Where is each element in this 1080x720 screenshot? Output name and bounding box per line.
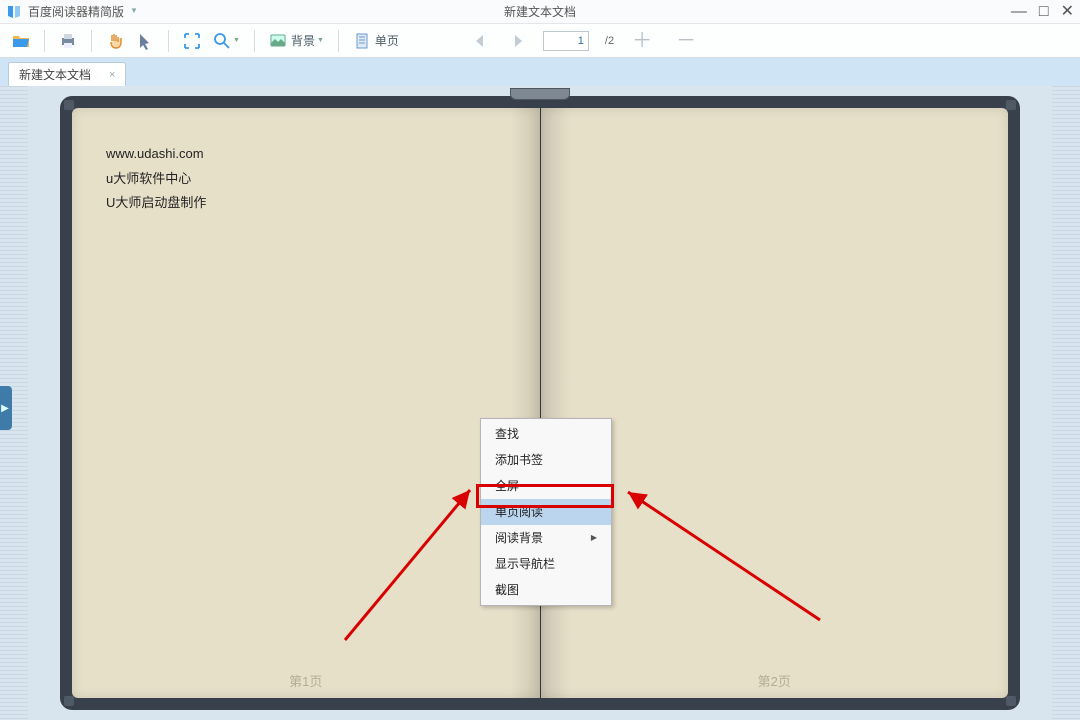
- context-menu-item[interactable]: 截图: [481, 577, 611, 603]
- app-title: 百度阅读器精简版: [28, 3, 124, 20]
- page-number-label: 第2页: [758, 671, 791, 690]
- print-button[interactable]: [55, 28, 81, 54]
- window-doc-title: 新建文本文档: [504, 3, 576, 20]
- open-button[interactable]: [8, 28, 34, 54]
- app-title-dropdown-icon[interactable]: ▼: [130, 6, 138, 15]
- zoom-in-button[interactable]: ＋: [626, 31, 658, 51]
- hand-tool-button[interactable]: [102, 28, 128, 54]
- page-number-input[interactable]: [543, 31, 589, 51]
- context-menu-item[interactable]: 查找: [481, 421, 611, 447]
- document-tab[interactable]: 新建文本文档 ×: [8, 62, 126, 86]
- fit-page-button[interactable]: [179, 28, 205, 54]
- context-menu: 查找添加书签全屏单页阅读阅读背景显示导航栏截图: [480, 418, 612, 606]
- text-line: www.udashi.com: [106, 142, 506, 167]
- window-minimize-button[interactable]: —: [1011, 0, 1027, 24]
- sidebar-expand-handle[interactable]: ▶: [0, 386, 12, 430]
- context-menu-item[interactable]: 全屏: [481, 473, 611, 499]
- context-menu-item[interactable]: 单页阅读: [481, 499, 611, 525]
- separator: [91, 30, 92, 52]
- book-page-left[interactable]: www.udashi.com u大师软件中心 U大师启动盘制作 第1页: [72, 108, 540, 698]
- separator: [44, 30, 45, 52]
- text-line: u大师软件中心: [106, 167, 506, 192]
- prev-page-button[interactable]: [467, 28, 493, 54]
- book-frame: www.udashi.com u大师软件中心 U大师启动盘制作 第1页 第2页: [60, 96, 1020, 710]
- chevron-down-icon: ▼: [233, 37, 240, 44]
- toolbar: ▼ 背景 ▼ 单页 /2 ＋ －: [0, 24, 1080, 58]
- chevron-down-icon: ▼: [317, 37, 324, 44]
- separator: [338, 30, 339, 52]
- text-line: U大师启动盘制作: [106, 191, 506, 216]
- select-tool-button[interactable]: [132, 28, 158, 54]
- corner-decor-icon: [64, 100, 74, 110]
- context-menu-item[interactable]: 阅读背景: [481, 525, 611, 551]
- corner-decor-icon: [1006, 696, 1016, 706]
- background-label: 背景: [291, 32, 315, 49]
- book-page-right[interactable]: 第2页: [541, 108, 1009, 698]
- window-maximize-button[interactable]: □: [1039, 0, 1049, 24]
- separator: [254, 30, 255, 52]
- single-page-label: 单页: [375, 32, 399, 49]
- context-menu-item[interactable]: 显示导航栏: [481, 551, 611, 577]
- tab-close-button[interactable]: ×: [109, 69, 115, 81]
- separator: [168, 30, 169, 52]
- document-tabstrip: 新建文本文档 ×: [0, 58, 1080, 86]
- zoom-tool-button[interactable]: ▼: [209, 28, 244, 54]
- page-content: www.udashi.com u大师软件中心 U大师启动盘制作: [72, 108, 540, 250]
- single-page-button[interactable]: 单页: [349, 28, 403, 54]
- titlebar: 百度阅读器精简版 ▼ 新建文本文档 — □ ✕: [0, 0, 1080, 24]
- context-menu-item[interactable]: 添加书签: [481, 447, 611, 473]
- app-logo-icon: [6, 4, 22, 20]
- zoom-out-button[interactable]: －: [670, 31, 702, 51]
- reading-area: ▶ www.udashi.com u大师软件中心 U大师启动盘制作 第1页 第2…: [0, 86, 1080, 720]
- corner-decor-icon: [64, 696, 74, 706]
- page-number-label: 第1页: [289, 671, 322, 690]
- background-button[interactable]: 背景 ▼: [265, 28, 328, 54]
- tab-label: 新建文本文档: [19, 66, 91, 83]
- spine-clip-icon: [510, 88, 570, 100]
- window-close-button[interactable]: ✕: [1061, 0, 1074, 24]
- next-page-button[interactable]: [505, 28, 531, 54]
- corner-decor-icon: [1006, 100, 1016, 110]
- page-total-label: /2: [605, 35, 614, 47]
